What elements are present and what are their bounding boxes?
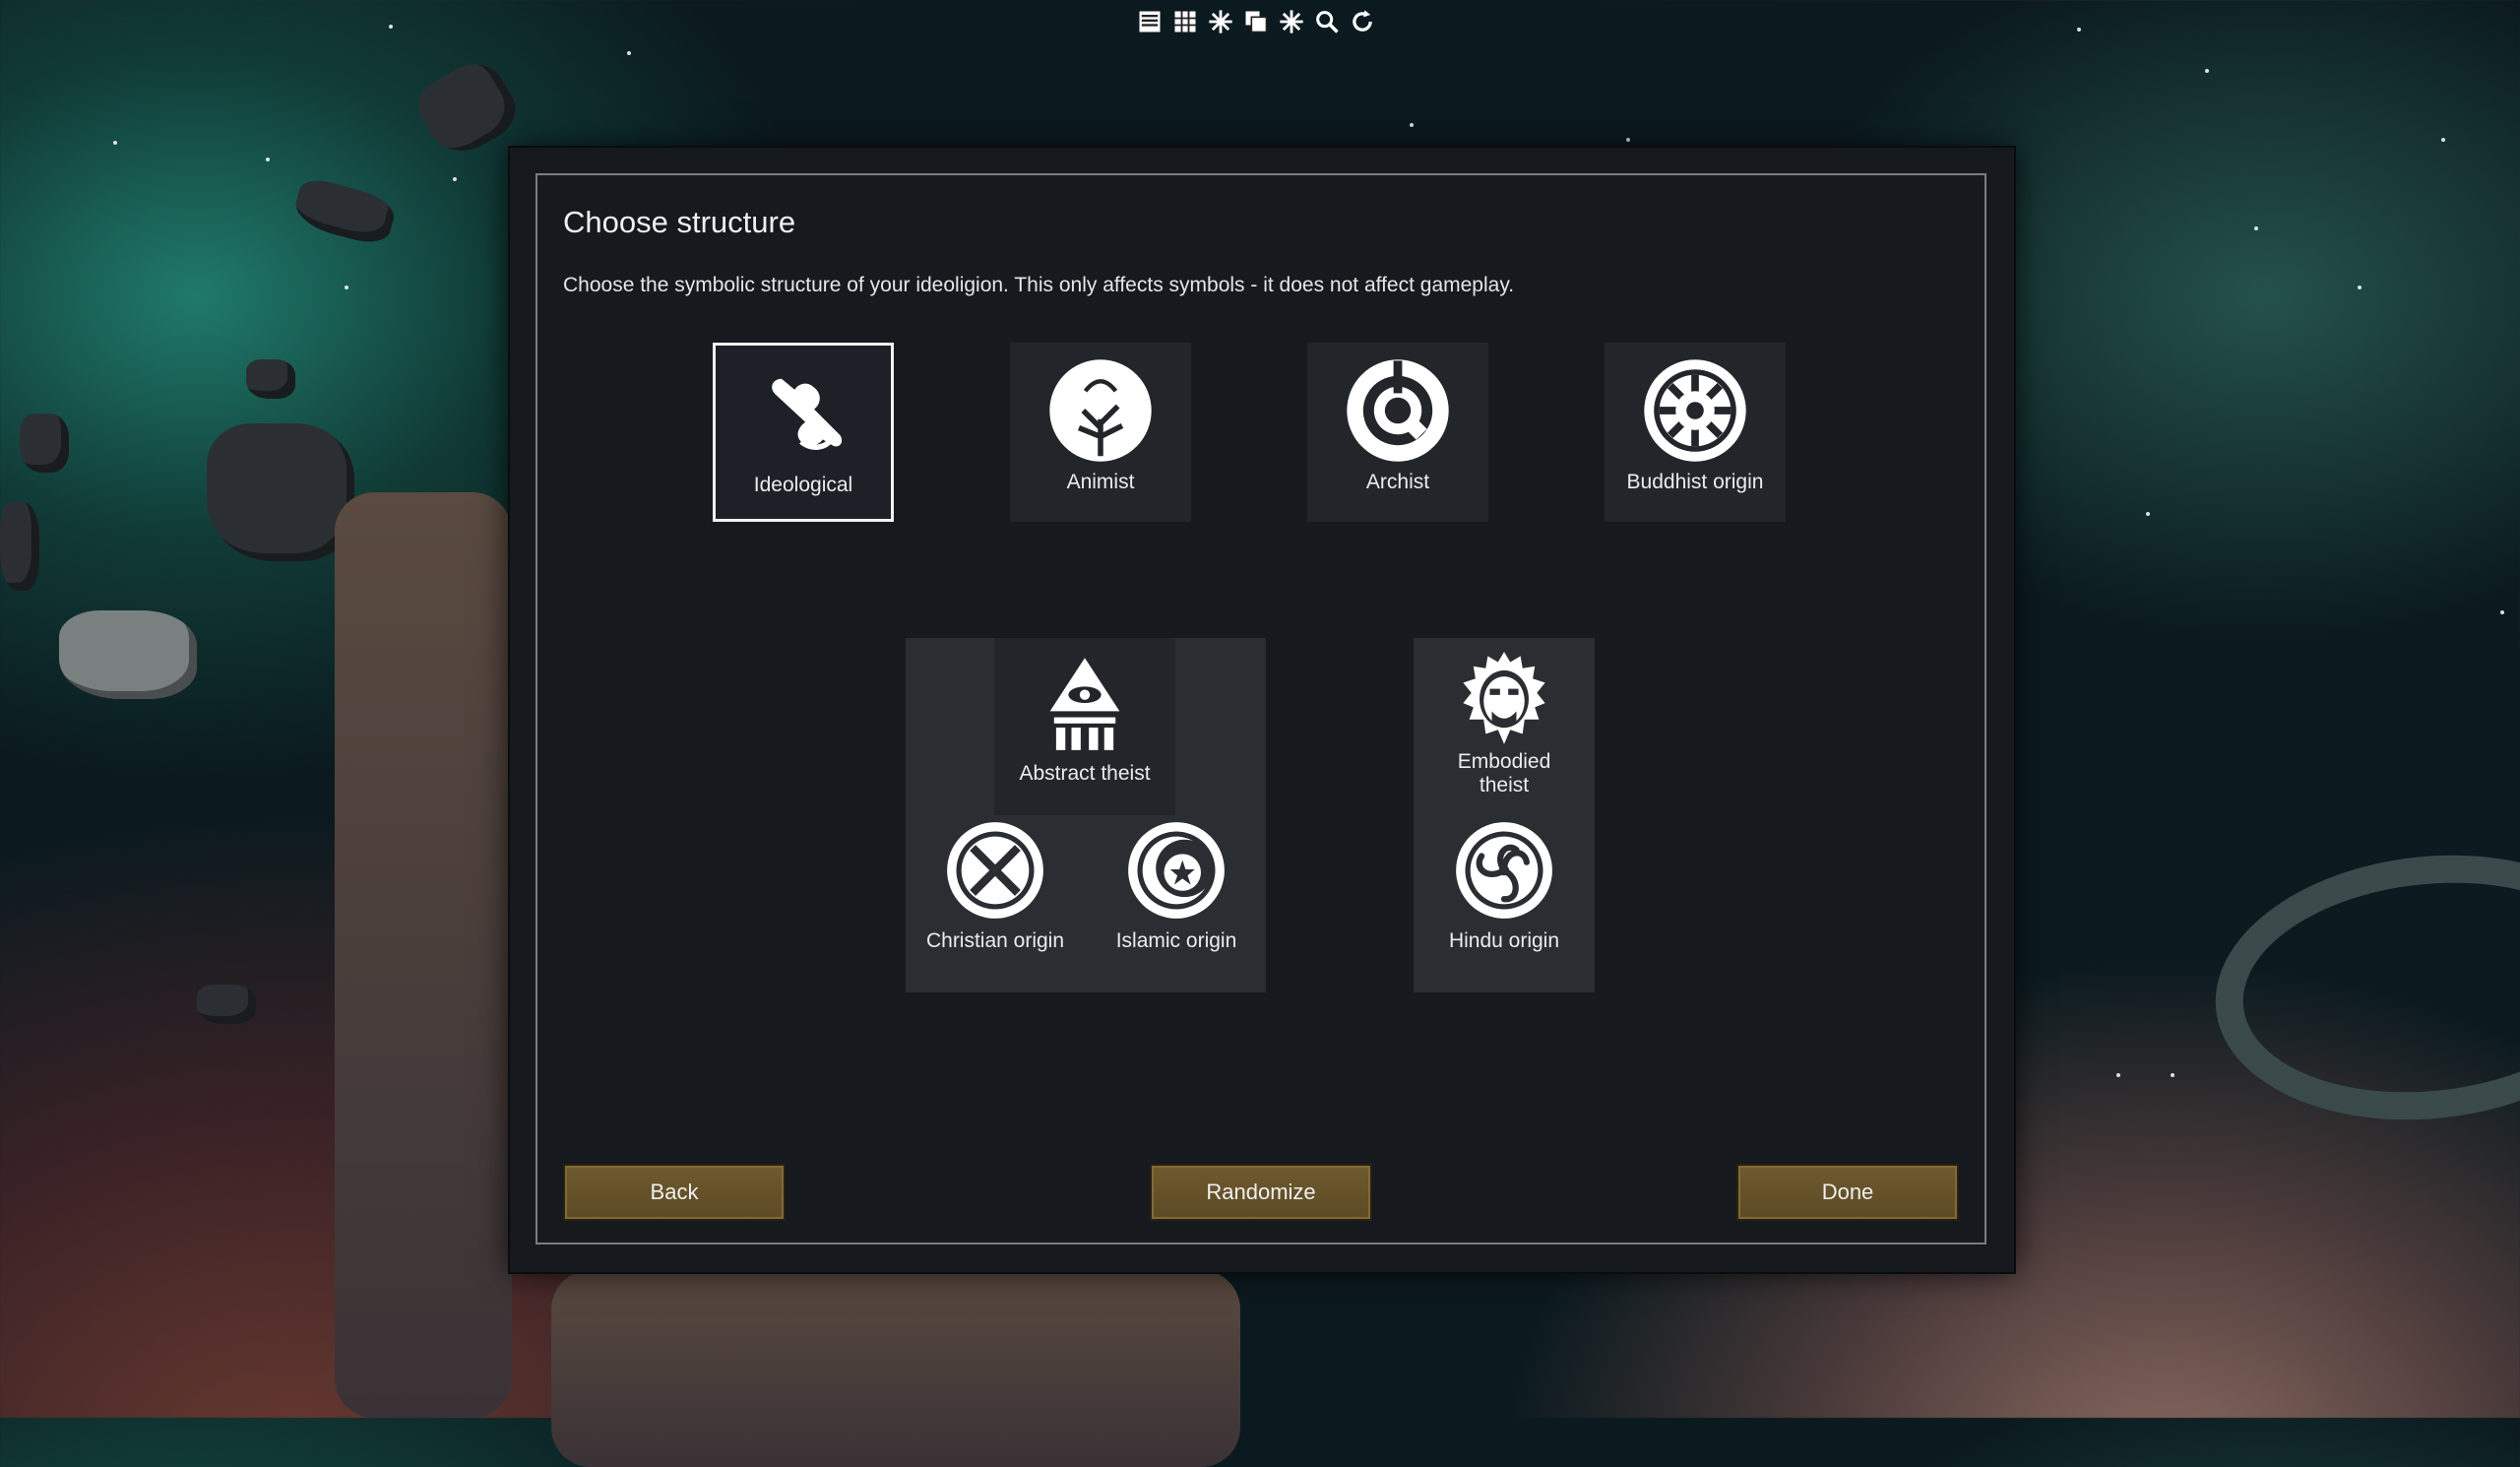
back-button[interactable]: Back xyxy=(563,1164,786,1221)
structure-ideological[interactable]: Ideological xyxy=(713,343,894,522)
copy-icon[interactable] xyxy=(1240,6,1272,37)
dialog-description: Choose the symbolic structure of your id… xyxy=(563,274,1515,296)
grid-icon[interactable] xyxy=(1169,6,1201,37)
randomize-button[interactable]: Randomize xyxy=(1150,1164,1372,1221)
embodied-theist-group: Embodied theist Hindu origin xyxy=(1414,638,1595,992)
structure-label: Buddhist origin xyxy=(1626,471,1764,493)
tree-icon xyxy=(1049,359,1152,462)
crescent-star-icon xyxy=(1128,822,1225,919)
dialog-title: Choose structure xyxy=(563,205,796,239)
structure-label-line1: Embodied xyxy=(1457,750,1551,773)
structure-label: Abstract theist xyxy=(1019,762,1151,785)
hindu-swirl-icon xyxy=(1456,822,1552,919)
scroll-icon xyxy=(772,378,843,450)
structure-christian-origin[interactable]: Christian origin xyxy=(906,819,1085,992)
sparkle-icon[interactable] xyxy=(1205,6,1236,37)
top-toolbar xyxy=(1134,6,1378,41)
structure-archist[interactable]: Archist xyxy=(1307,343,1488,522)
structure-label-line2: theist xyxy=(1479,774,1530,797)
temple-eye-icon xyxy=(1049,658,1120,750)
structure-hindu-origin[interactable]: Hindu origin xyxy=(1414,819,1595,992)
structure-buddhist-origin[interactable]: Buddhist origin xyxy=(1605,343,1786,522)
list-icon[interactable] xyxy=(1134,6,1166,37)
structure-label: Animist xyxy=(1066,471,1135,493)
structure-animist[interactable]: Animist xyxy=(1010,343,1191,522)
structure-label: Christian origin xyxy=(925,929,1065,952)
refresh-icon[interactable] xyxy=(1347,6,1378,37)
structure-label: Ideological xyxy=(753,474,853,496)
dharma-wheel-icon xyxy=(1644,359,1746,462)
structure-islamic-origin[interactable]: Islamic origin xyxy=(1087,819,1266,992)
structure-label: Islamic origin xyxy=(1115,929,1237,952)
done-button[interactable]: Done xyxy=(1736,1164,1959,1221)
abstract-theist-group: Abstract theist Christian origin Islamic… xyxy=(906,638,1266,992)
structure-label: Hindu origin xyxy=(1448,929,1560,952)
christian-cross-icon xyxy=(947,822,1043,919)
search-icon[interactable] xyxy=(1311,6,1343,37)
archist-ring-icon xyxy=(1347,359,1449,462)
structure-label: Archist xyxy=(1365,471,1430,493)
deity-face-icon xyxy=(1463,652,1545,744)
sparkle-alt-icon[interactable] xyxy=(1276,6,1307,37)
structure-embodied-theist[interactable]: Embodied theist xyxy=(1414,638,1595,819)
choose-structure-dialog: Choose structure Choose the symbolic str… xyxy=(536,173,1986,1244)
structure-abstract-theist[interactable]: Abstract theist xyxy=(994,638,1175,815)
